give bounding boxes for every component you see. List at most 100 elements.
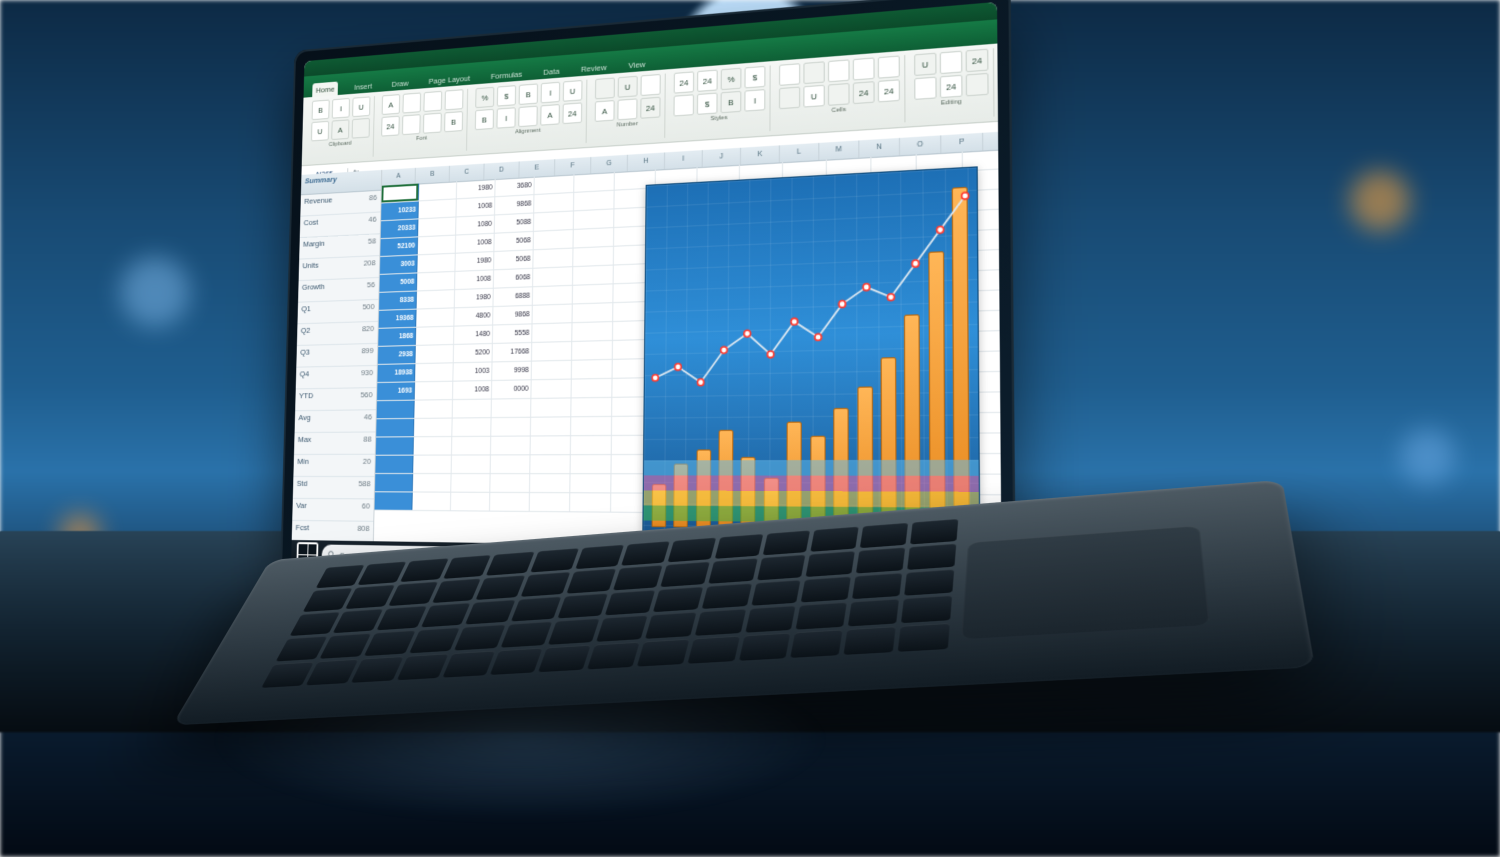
ribbon-button[interactable]: U [563,80,583,102]
cell[interactable] [375,492,413,510]
ribbon-button[interactable] [966,73,989,97]
cell[interactable] [376,419,414,437]
ribbon-button[interactable]: A [331,119,349,140]
cell[interactable]: 19368 [379,310,417,328]
ribbon-button[interactable]: 24 [697,70,718,92]
cell[interactable] [530,493,571,511]
ribbon-button[interactable]: 24 [562,102,582,124]
cell[interactable] [571,417,612,435]
cell[interactable] [534,230,574,249]
cell[interactable]: 4800 [454,307,493,326]
ribbon-button[interactable]: 24 [853,81,875,104]
ribbon-button[interactable] [595,77,615,99]
cell[interactable]: 1008 [456,234,495,253]
cell[interactable] [414,400,453,418]
ribbon-button[interactable] [914,77,936,100]
cell[interactable]: 2938 [378,346,416,364]
cell[interactable] [452,418,491,436]
summary-row[interactable]: Var60 [292,499,374,522]
cell[interactable] [414,419,453,437]
summary-row[interactable]: Max88 [294,432,375,454]
cell[interactable]: 5008 [379,273,417,291]
ribbon-tab-view[interactable]: View [624,56,649,72]
ribbon-button[interactable] [828,83,850,106]
summary-row[interactable]: Q1500 [297,300,378,324]
cell[interactable] [570,474,611,492]
ribbon-button[interactable]: 24 [640,97,660,119]
ribbon-button[interactable]: $ [497,85,516,106]
cell[interactable]: 1980 [455,289,494,308]
ribbon-button[interactable]: % [475,87,494,108]
cell[interactable] [451,493,490,511]
cell[interactable] [452,437,491,455]
cell[interactable] [531,436,571,454]
cell[interactable] [417,272,455,291]
cell[interactable] [532,361,572,379]
ribbon-button[interactable]: B [519,83,538,105]
cell[interactable] [417,254,455,273]
cell[interactable]: 20333 [381,219,419,238]
cell[interactable]: 5088 [495,213,534,232]
cell[interactable] [533,267,573,286]
ribbon-button[interactable]: U [311,121,329,142]
ribbon-button[interactable]: U [618,76,638,98]
cell[interactable] [531,380,571,398]
cell[interactable] [416,327,455,345]
ribbon-button[interactable] [779,87,800,110]
cell[interactable]: 10233 [381,201,419,220]
cell[interactable] [377,401,415,419]
ribbon-button[interactable]: $ [744,66,765,89]
ribbon-button[interactable] [617,98,637,120]
cell[interactable] [376,437,414,454]
ribbon-button[interactable] [803,61,824,84]
ribbon-button[interactable] [423,113,442,134]
ribbon-button[interactable]: $ [697,93,718,115]
cell[interactable] [417,290,455,308]
summary-row[interactable]: Avg46 [295,410,376,433]
ribbon-button[interactable] [423,91,442,112]
ribbon-button[interactable]: U [352,96,370,117]
cell[interactable] [419,181,457,200]
ribbon-button[interactable]: I [744,89,765,112]
ribbon-button[interactable] [445,89,464,110]
cell[interactable] [415,363,454,381]
cell[interactable] [534,211,574,230]
summary-row[interactable]: Std588 [293,477,375,500]
ribbon-button[interactable]: B [475,109,494,130]
cell[interactable] [534,174,574,194]
cell[interactable] [415,345,454,363]
ribbon-button[interactable]: 24 [940,75,963,98]
cell[interactable] [572,379,613,398]
ribbon-button[interactable]: A [540,104,560,126]
ribbon-button[interactable]: B [444,111,463,132]
cell[interactable] [414,437,453,455]
summary-row[interactable]: Units208 [299,256,380,281]
cell[interactable] [573,247,614,266]
ribbon-button[interactable]: U [803,85,824,108]
ribbon-tab-home[interactable]: Home [312,81,338,97]
ribbon-button[interactable]: 24 [966,49,989,73]
cell[interactable]: 9868 [493,306,533,325]
ribbon-button[interactable] [641,74,661,96]
cell[interactable]: 8338 [379,291,417,309]
ribbon-button[interactable]: B [721,91,742,113]
ribbon-button[interactable]: B [312,100,330,121]
cell[interactable] [490,474,530,492]
ribbon-button[interactable] [878,55,900,78]
cell[interactable] [574,191,615,211]
cell[interactable] [375,456,413,473]
cell[interactable]: 1080 [456,215,495,234]
cell[interactable] [573,303,614,322]
ribbon-button[interactable] [779,63,800,86]
cell[interactable] [533,304,573,323]
cell[interactable] [530,474,571,492]
cell[interactable]: 17668 [492,343,532,361]
cell[interactable] [533,249,573,268]
cell[interactable]: 0000 [492,380,532,398]
summary-row[interactable]: Min20 [293,455,374,477]
cell[interactable]: 3680 [495,177,534,196]
cell[interactable] [573,284,614,303]
cell[interactable]: 1868 [378,328,416,346]
cell[interactable] [413,474,452,492]
ribbon-button[interactable]: 24 [878,79,900,102]
